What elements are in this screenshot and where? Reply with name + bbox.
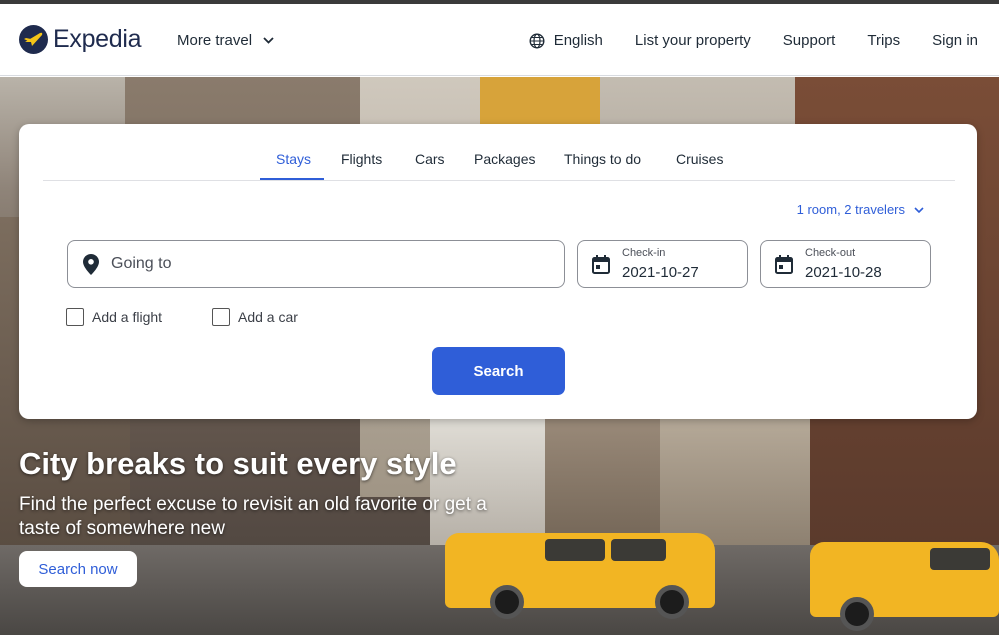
tab-things-to-do[interactable]: Things to do xyxy=(564,151,641,167)
search-button[interactable]: Search xyxy=(432,347,565,395)
going-to-input[interactable]: Going to xyxy=(67,240,565,288)
support-link[interactable]: Support xyxy=(783,32,836,49)
checkbox-icon xyxy=(66,308,84,326)
header-nav: English List your property Support Trips… xyxy=(529,32,978,49)
tab-cruises[interactable]: Cruises xyxy=(676,151,723,167)
checkbox-icon xyxy=(212,308,230,326)
more-travel-menu[interactable]: More travel xyxy=(177,32,274,49)
add-car-label: Add a car xyxy=(238,309,298,325)
language-selector[interactable]: English xyxy=(529,32,603,49)
taxi-wheel xyxy=(840,597,874,631)
trips-link[interactable]: Trips xyxy=(867,32,900,49)
check-out-field[interactable]: Check-out 2021-10-28 xyxy=(760,240,931,288)
search-card: Stays Flights Cars Packages Things to do… xyxy=(19,124,977,419)
hero-title: City breaks to suit every style xyxy=(19,446,457,481)
list-property-link[interactable]: List your property xyxy=(635,32,751,49)
tab-stays[interactable]: Stays xyxy=(276,151,311,167)
check-out-label: Check-out xyxy=(805,247,856,259)
globe-icon xyxy=(529,32,545,49)
going-to-placeholder: Going to xyxy=(111,255,172,272)
more-travel-label: More travel xyxy=(177,32,253,49)
travelers-label: 1 room, 2 travelers xyxy=(796,202,905,217)
map-pin-icon xyxy=(83,254,99,275)
calendar-icon xyxy=(775,255,793,274)
site-header: Expedia More travel English List your pr… xyxy=(0,4,999,76)
tab-cars[interactable]: Cars xyxy=(415,151,445,167)
taxi-cab xyxy=(810,542,999,617)
add-flight-label: Add a flight xyxy=(92,309,163,325)
add-flight-checkbox[interactable]: Add a flight xyxy=(66,308,162,326)
search-now-button[interactable]: Search now xyxy=(19,551,137,587)
chevron-down-icon xyxy=(914,206,924,213)
expedia-logo[interactable]: Expedia xyxy=(19,25,142,54)
hero-subtitle: Find the perfect excuse to revisit an ol… xyxy=(19,494,487,539)
search-tabs: Stays Flights Cars Packages Things to do… xyxy=(43,124,955,181)
calendar-icon xyxy=(592,255,610,274)
taxi-wheel xyxy=(490,585,524,619)
sign-in-link[interactable]: Sign in xyxy=(932,32,978,49)
travelers-selector[interactable]: 1 room, 2 travelers xyxy=(797,202,924,217)
active-tab-indicator xyxy=(260,178,324,180)
check-in-label: Check-in xyxy=(622,247,666,259)
language-label: English xyxy=(553,32,603,49)
taxi-wheel xyxy=(655,585,689,619)
add-car-checkbox[interactable]: Add a car xyxy=(212,308,298,326)
check-in-value: 2021-10-27 xyxy=(622,264,699,281)
tab-packages[interactable]: Packages xyxy=(474,151,535,167)
chevron-down-icon xyxy=(263,37,274,44)
tab-flights[interactable]: Flights xyxy=(341,151,382,167)
check-in-field[interactable]: Check-in 2021-10-27 xyxy=(577,240,748,288)
check-out-value: 2021-10-28 xyxy=(805,264,882,281)
plane-logo-icon xyxy=(19,25,48,54)
brand-name: Expedia xyxy=(53,25,142,53)
